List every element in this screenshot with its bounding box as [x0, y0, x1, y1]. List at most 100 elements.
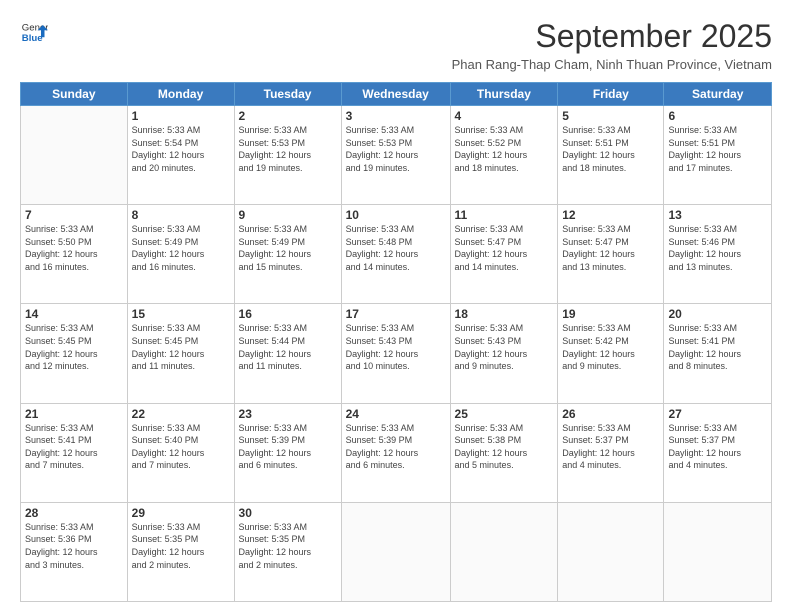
day-header-tuesday: Tuesday [234, 83, 341, 106]
calendar-cell: 15Sunrise: 5:33 AM Sunset: 5:45 PM Dayli… [127, 304, 234, 403]
calendar-cell: 5Sunrise: 5:33 AM Sunset: 5:51 PM Daylig… [558, 106, 664, 205]
day-number: 14 [25, 307, 123, 321]
day-header-sunday: Sunday [21, 83, 128, 106]
calendar-cell [664, 502, 772, 601]
cell-info: Sunrise: 5:33 AM Sunset: 5:40 PM Dayligh… [132, 422, 230, 472]
day-number: 3 [346, 109, 446, 123]
calendar-cell: 4Sunrise: 5:33 AM Sunset: 5:52 PM Daylig… [450, 106, 558, 205]
calendar-cell: 9Sunrise: 5:33 AM Sunset: 5:49 PM Daylig… [234, 205, 341, 304]
cell-info: Sunrise: 5:33 AM Sunset: 5:36 PM Dayligh… [25, 521, 123, 571]
cell-info: Sunrise: 5:33 AM Sunset: 5:41 PM Dayligh… [668, 322, 767, 372]
calendar-cell: 10Sunrise: 5:33 AM Sunset: 5:48 PM Dayli… [341, 205, 450, 304]
day-number: 24 [346, 407, 446, 421]
calendar-cell: 7Sunrise: 5:33 AM Sunset: 5:50 PM Daylig… [21, 205, 128, 304]
cell-info: Sunrise: 5:33 AM Sunset: 5:39 PM Dayligh… [346, 422, 446, 472]
calendar-cell: 13Sunrise: 5:33 AM Sunset: 5:46 PM Dayli… [664, 205, 772, 304]
calendar-cell: 6Sunrise: 5:33 AM Sunset: 5:51 PM Daylig… [664, 106, 772, 205]
calendar-cell: 27Sunrise: 5:33 AM Sunset: 5:37 PM Dayli… [664, 403, 772, 502]
cell-info: Sunrise: 5:33 AM Sunset: 5:43 PM Dayligh… [346, 322, 446, 372]
cell-info: Sunrise: 5:33 AM Sunset: 5:53 PM Dayligh… [239, 124, 337, 174]
cell-info: Sunrise: 5:33 AM Sunset: 5:43 PM Dayligh… [455, 322, 554, 372]
day-header-wednesday: Wednesday [341, 83, 450, 106]
day-number: 29 [132, 506, 230, 520]
cell-info: Sunrise: 5:33 AM Sunset: 5:50 PM Dayligh… [25, 223, 123, 273]
calendar-cell: 20Sunrise: 5:33 AM Sunset: 5:41 PM Dayli… [664, 304, 772, 403]
cell-info: Sunrise: 5:33 AM Sunset: 5:35 PM Dayligh… [132, 521, 230, 571]
calendar-cell: 3Sunrise: 5:33 AM Sunset: 5:53 PM Daylig… [341, 106, 450, 205]
cell-info: Sunrise: 5:33 AM Sunset: 5:47 PM Dayligh… [455, 223, 554, 273]
calendar-cell: 23Sunrise: 5:33 AM Sunset: 5:39 PM Dayli… [234, 403, 341, 502]
calendar-cell: 2Sunrise: 5:33 AM Sunset: 5:53 PM Daylig… [234, 106, 341, 205]
calendar-cell [21, 106, 128, 205]
day-number: 12 [562, 208, 659, 222]
calendar-cell: 14Sunrise: 5:33 AM Sunset: 5:45 PM Dayli… [21, 304, 128, 403]
cell-info: Sunrise: 5:33 AM Sunset: 5:52 PM Dayligh… [455, 124, 554, 174]
calendar-cell: 21Sunrise: 5:33 AM Sunset: 5:41 PM Dayli… [21, 403, 128, 502]
day-number: 2 [239, 109, 337, 123]
day-header-friday: Friday [558, 83, 664, 106]
calendar-cell: 26Sunrise: 5:33 AM Sunset: 5:37 PM Dayli… [558, 403, 664, 502]
calendar-cell: 29Sunrise: 5:33 AM Sunset: 5:35 PM Dayli… [127, 502, 234, 601]
cell-info: Sunrise: 5:33 AM Sunset: 5:54 PM Dayligh… [132, 124, 230, 174]
cell-info: Sunrise: 5:33 AM Sunset: 5:53 PM Dayligh… [346, 124, 446, 174]
day-number: 6 [668, 109, 767, 123]
cell-info: Sunrise: 5:33 AM Sunset: 5:45 PM Dayligh… [25, 322, 123, 372]
day-number: 25 [455, 407, 554, 421]
cell-info: Sunrise: 5:33 AM Sunset: 5:44 PM Dayligh… [239, 322, 337, 372]
title-block: September 2025 Phan Rang-Thap Cham, Ninh… [452, 18, 772, 72]
header: General Blue September 2025 Phan Rang-Th… [20, 18, 772, 72]
cell-info: Sunrise: 5:33 AM Sunset: 5:45 PM Dayligh… [132, 322, 230, 372]
calendar-cell: 18Sunrise: 5:33 AM Sunset: 5:43 PM Dayli… [450, 304, 558, 403]
calendar-cell: 16Sunrise: 5:33 AM Sunset: 5:44 PM Dayli… [234, 304, 341, 403]
day-number: 17 [346, 307, 446, 321]
cell-info: Sunrise: 5:33 AM Sunset: 5:47 PM Dayligh… [562, 223, 659, 273]
day-number: 19 [562, 307, 659, 321]
calendar-cell [558, 502, 664, 601]
calendar-cell: 19Sunrise: 5:33 AM Sunset: 5:42 PM Dayli… [558, 304, 664, 403]
calendar-cell [450, 502, 558, 601]
cell-info: Sunrise: 5:33 AM Sunset: 5:38 PM Dayligh… [455, 422, 554, 472]
calendar-cell [341, 502, 450, 601]
day-number: 7 [25, 208, 123, 222]
calendar-cell: 12Sunrise: 5:33 AM Sunset: 5:47 PM Dayli… [558, 205, 664, 304]
cell-info: Sunrise: 5:33 AM Sunset: 5:49 PM Dayligh… [239, 223, 337, 273]
calendar-cell: 17Sunrise: 5:33 AM Sunset: 5:43 PM Dayli… [341, 304, 450, 403]
calendar-cell: 30Sunrise: 5:33 AM Sunset: 5:35 PM Dayli… [234, 502, 341, 601]
calendar-cell: 8Sunrise: 5:33 AM Sunset: 5:49 PM Daylig… [127, 205, 234, 304]
calendar-cell: 28Sunrise: 5:33 AM Sunset: 5:36 PM Dayli… [21, 502, 128, 601]
cell-info: Sunrise: 5:33 AM Sunset: 5:48 PM Dayligh… [346, 223, 446, 273]
cell-info: Sunrise: 5:33 AM Sunset: 5:39 PM Dayligh… [239, 422, 337, 472]
cell-info: Sunrise: 5:33 AM Sunset: 5:35 PM Dayligh… [239, 521, 337, 571]
day-number: 21 [25, 407, 123, 421]
day-number: 20 [668, 307, 767, 321]
location-subtitle: Phan Rang-Thap Cham, Ninh Thuan Province… [452, 57, 772, 72]
day-number: 13 [668, 208, 767, 222]
calendar-cell: 11Sunrise: 5:33 AM Sunset: 5:47 PM Dayli… [450, 205, 558, 304]
day-header-thursday: Thursday [450, 83, 558, 106]
cell-info: Sunrise: 5:33 AM Sunset: 5:37 PM Dayligh… [562, 422, 659, 472]
day-number: 15 [132, 307, 230, 321]
calendar-cell: 22Sunrise: 5:33 AM Sunset: 5:40 PM Dayli… [127, 403, 234, 502]
logo-icon: General Blue [20, 18, 48, 46]
cell-info: Sunrise: 5:33 AM Sunset: 5:42 PM Dayligh… [562, 322, 659, 372]
cell-info: Sunrise: 5:33 AM Sunset: 5:37 PM Dayligh… [668, 422, 767, 472]
day-number: 22 [132, 407, 230, 421]
day-number: 18 [455, 307, 554, 321]
calendar-cell: 25Sunrise: 5:33 AM Sunset: 5:38 PM Dayli… [450, 403, 558, 502]
svg-text:Blue: Blue [22, 33, 43, 44]
calendar-cell: 1Sunrise: 5:33 AM Sunset: 5:54 PM Daylig… [127, 106, 234, 205]
day-number: 11 [455, 208, 554, 222]
day-header-monday: Monday [127, 83, 234, 106]
cell-info: Sunrise: 5:33 AM Sunset: 5:41 PM Dayligh… [25, 422, 123, 472]
logo: General Blue [20, 18, 48, 46]
cell-info: Sunrise: 5:33 AM Sunset: 5:51 PM Dayligh… [668, 124, 767, 174]
day-number: 1 [132, 109, 230, 123]
day-number: 9 [239, 208, 337, 222]
cell-info: Sunrise: 5:33 AM Sunset: 5:46 PM Dayligh… [668, 223, 767, 273]
cell-info: Sunrise: 5:33 AM Sunset: 5:49 PM Dayligh… [132, 223, 230, 273]
day-number: 5 [562, 109, 659, 123]
cell-info: Sunrise: 5:33 AM Sunset: 5:51 PM Dayligh… [562, 124, 659, 174]
calendar-cell: 24Sunrise: 5:33 AM Sunset: 5:39 PM Dayli… [341, 403, 450, 502]
day-number: 26 [562, 407, 659, 421]
calendar-table: SundayMondayTuesdayWednesdayThursdayFrid… [20, 82, 772, 602]
